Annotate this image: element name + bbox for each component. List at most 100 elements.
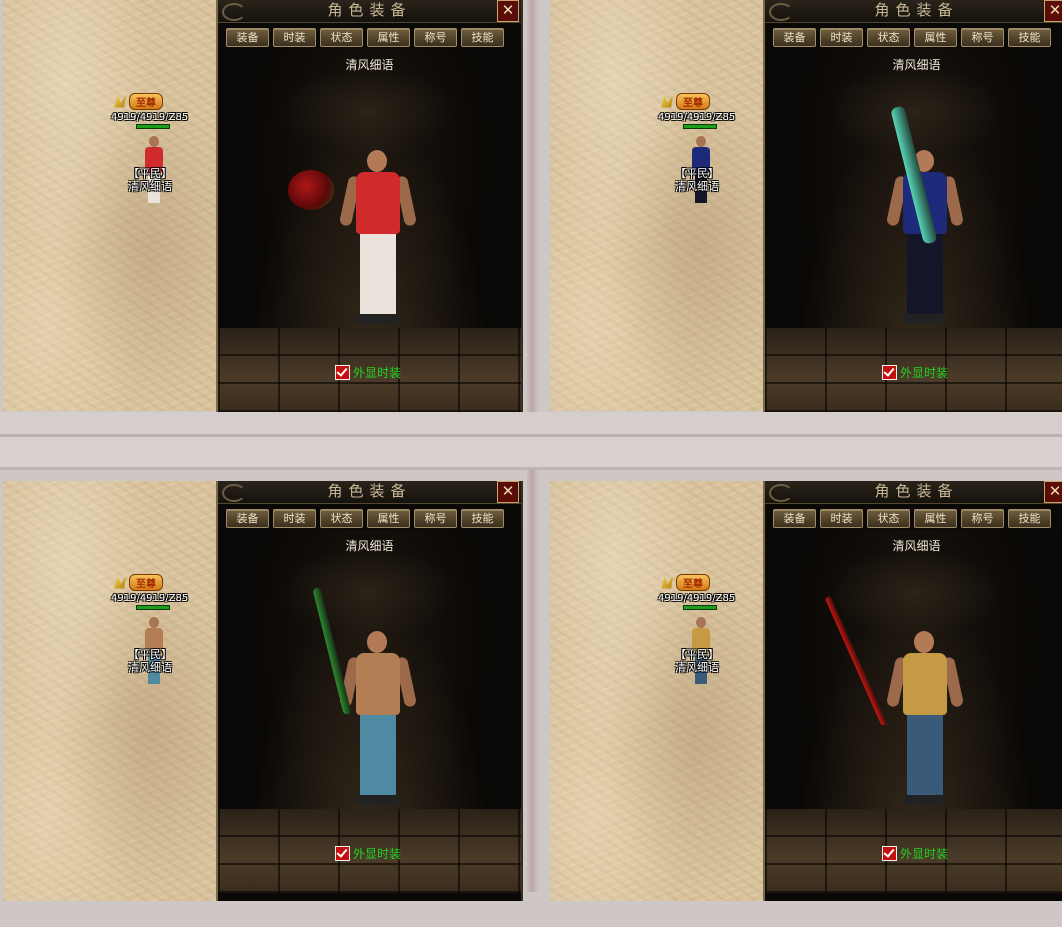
- rank-badge-label: 至尊: [129, 93, 163, 110]
- tab-titles[interactable]: 称号: [414, 28, 457, 47]
- character-name: 清风细语: [345, 539, 394, 553]
- close-button[interactable]: ✕: [497, 0, 519, 22]
- hp-bar: [683, 124, 717, 129]
- panel-header[interactable]: 角色装备 ✕: [765, 0, 1062, 23]
- close-button[interactable]: ✕: [497, 481, 519, 503]
- tab-skills[interactable]: 技能: [461, 28, 504, 47]
- sand-ground: [550, 0, 763, 411]
- sprite-head: [149, 136, 159, 147]
- tab-fashion[interactable]: 时装: [273, 28, 316, 47]
- tab-fashion[interactable]: 时装: [820, 509, 863, 528]
- sprite-head: [149, 617, 159, 628]
- close-button[interactable]: ✕: [1044, 0, 1062, 22]
- close-button[interactable]: ✕: [1044, 481, 1062, 503]
- dragon-emblem: [278, 547, 458, 637]
- model-head: [367, 631, 387, 653]
- character-equipment-panel: 角色装备 ✕ 装备 时装 状态 属性 称号 技能 清风细语 外显时装: [216, 481, 523, 901]
- game-scene-2: 至尊 4919/4919/Z85 【平民】 清风细语 角色装备 ✕ 装备 时装 …: [547, 0, 1062, 446]
- fashion-toggle[interactable]: 外显时装: [882, 845, 948, 862]
- tab-skills[interactable]: 技能: [1008, 509, 1051, 528]
- character-name: 清风细语: [345, 58, 394, 72]
- tab-status[interactable]: 状态: [320, 509, 363, 528]
- model-legs: [360, 234, 396, 314]
- panel-title: 角色装备: [874, 1, 959, 19]
- character-model: [338, 150, 418, 330]
- player-name: 清风细语: [128, 661, 172, 674]
- tab-equipment[interactable]: 装备: [773, 509, 816, 528]
- sprite-head: [696, 136, 706, 147]
- tab-fashion[interactable]: 时装: [820, 28, 863, 47]
- dragon-emblem: [278, 66, 458, 156]
- model-feet: [903, 795, 947, 805]
- tab-titles[interactable]: 称号: [961, 28, 1004, 47]
- tab-attributes[interactable]: 属性: [914, 509, 957, 528]
- character-model: [885, 631, 965, 811]
- model-feet: [903, 314, 947, 324]
- rank-badge-label: 至尊: [676, 93, 710, 110]
- model-legs: [907, 715, 943, 795]
- tab-titles[interactable]: 称号: [961, 509, 1004, 528]
- model-feet: [356, 314, 400, 324]
- character-equipment-panel: 角色装备 ✕ 装备 时装 状态 属性 称号 技能 清风细语 外显时装: [763, 0, 1062, 412]
- character-equipment-panel: 角色装备 ✕ 装备 时装 状态 属性 称号 技能 清风细语 外显时装: [216, 0, 523, 412]
- fashion-toggle-label: 外显时装: [353, 366, 402, 380]
- tab-skills[interactable]: 技能: [461, 509, 504, 528]
- hp-readout: 4919/4919/Z85: [111, 593, 189, 604]
- crown-icon: [114, 95, 126, 108]
- model-legs: [360, 715, 396, 795]
- panel-tabs: 装备 时装 状态 属性 称号 技能: [226, 509, 516, 529]
- checkbox-checked-icon[interactable]: [335, 846, 350, 861]
- panel-header[interactable]: 角色装备 ✕: [218, 481, 521, 504]
- checkbox-checked-icon[interactable]: [882, 365, 897, 380]
- dragon-emblem: [825, 547, 1005, 637]
- hp-readout: 4919/4919/Z85: [658, 112, 736, 123]
- sprite-head: [696, 617, 706, 628]
- model-torso: [356, 653, 400, 715]
- fashion-toggle-label: 外显时装: [900, 847, 949, 861]
- model-feet: [356, 795, 400, 805]
- sand-ground: [3, 0, 216, 411]
- model-legs: [907, 234, 943, 314]
- hp-bar: [683, 605, 717, 610]
- model-head: [914, 631, 934, 653]
- player-name: 清风细语: [675, 180, 719, 193]
- tab-status[interactable]: 状态: [867, 28, 910, 47]
- tab-equipment[interactable]: 装备: [226, 28, 269, 47]
- tab-equipment[interactable]: 装备: [773, 28, 816, 47]
- rank-badge-label: 至尊: [676, 574, 710, 591]
- tab-skills[interactable]: 技能: [1008, 28, 1051, 47]
- tab-attributes[interactable]: 属性: [367, 509, 410, 528]
- fashion-toggle-label: 外显时装: [900, 366, 949, 380]
- fashion-toggle[interactable]: 外显时装: [335, 845, 401, 862]
- tab-status[interactable]: 状态: [320, 28, 363, 47]
- rank-badge: 至尊: [661, 574, 710, 591]
- panel-title: 角色装备: [327, 1, 412, 19]
- panel-tabs: 装备 时装 状态 属性 称号 技能: [773, 28, 1062, 48]
- panel-title: 角色装备: [327, 482, 412, 500]
- crown-icon: [661, 95, 673, 108]
- sand-ground: [3, 481, 216, 901]
- tab-titles[interactable]: 称号: [414, 509, 457, 528]
- checkbox-checked-icon[interactable]: [882, 846, 897, 861]
- panel-title: 角色装备: [874, 482, 959, 500]
- hp-bar: [136, 605, 170, 610]
- tab-attributes[interactable]: 属性: [367, 28, 410, 47]
- tab-status[interactable]: 状态: [867, 509, 910, 528]
- rank-badge: 至尊: [114, 574, 163, 591]
- rank-badge: 至尊: [114, 93, 163, 110]
- character-model: [338, 631, 418, 811]
- fashion-toggle[interactable]: 外显时装: [335, 364, 401, 381]
- game-scene-3: 至尊 4919/4919/Z85 【平民】 清风细语 角色装备 ✕ 装备 时装 …: [0, 481, 531, 927]
- panel-tabs: 装备 时装 状态 属性 称号 技能: [773, 509, 1062, 529]
- tab-attributes[interactable]: 属性: [914, 28, 957, 47]
- tab-fashion[interactable]: 时装: [273, 509, 316, 528]
- character-name: 清风细语: [892, 58, 941, 72]
- panel-header[interactable]: 角色装备 ✕: [218, 0, 521, 23]
- hp-bar: [136, 124, 170, 129]
- checkbox-checked-icon[interactable]: [335, 365, 350, 380]
- panel-header[interactable]: 角色装备 ✕: [765, 481, 1062, 504]
- held-item: [288, 170, 334, 210]
- tab-equipment[interactable]: 装备: [226, 509, 269, 528]
- fashion-toggle[interactable]: 外显时装: [882, 364, 948, 381]
- hp-readout: 4919/4919/Z85: [658, 593, 736, 604]
